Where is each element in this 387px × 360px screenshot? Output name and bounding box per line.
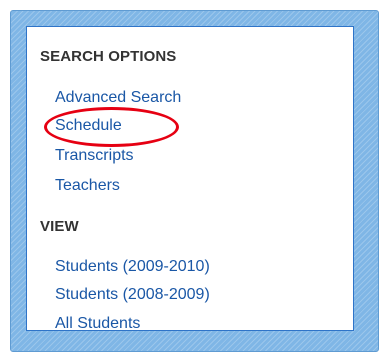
transcripts-link[interactable]: Transcripts <box>55 147 134 165</box>
schedule-link[interactable]: Schedule <box>55 117 122 135</box>
advanced-search-link[interactable]: Advanced Search <box>55 89 181 107</box>
view-heading: VIEW <box>40 218 79 235</box>
students-2008-2009-link[interactable]: Students (2008-2009) <box>55 286 210 304</box>
teachers-link[interactable]: Teachers <box>55 177 120 195</box>
search-options-heading: SEARCH OPTIONS <box>40 48 177 65</box>
students-2009-2010-link[interactable]: Students (2009-2010) <box>55 258 210 276</box>
all-students-link[interactable]: All Students <box>55 315 140 333</box>
